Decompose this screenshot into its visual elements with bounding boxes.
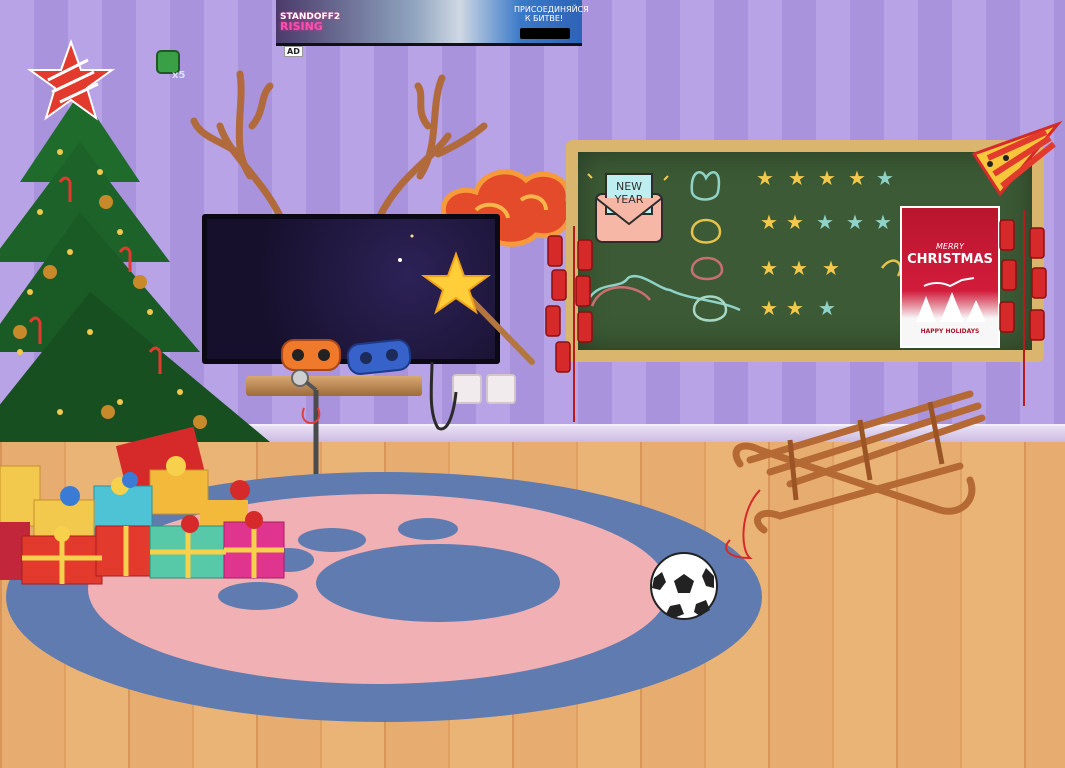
ad-cta-text: ПРИСОЕДИНЯЙСЯ К БИТВЕ! bbox=[514, 5, 589, 23]
firecracker-icon[interactable] bbox=[538, 226, 608, 422]
star-filled-icon: ★ bbox=[788, 166, 806, 190]
google-play-badge[interactable] bbox=[520, 28, 570, 39]
christmas-card-line2: CHRISTMAS bbox=[907, 252, 993, 267]
star-empty-icon: ★ bbox=[874, 210, 892, 234]
party-hat-icon[interactable] bbox=[960, 118, 1063, 198]
power-outlet-2 bbox=[486, 374, 516, 404]
soccer-ball-pattern bbox=[652, 568, 714, 618]
pine-trees-icon bbox=[916, 292, 986, 322]
new-year-line1: NEW bbox=[615, 180, 643, 193]
christmas-card-line1: MERRY bbox=[936, 242, 964, 251]
firecracker-icon[interactable] bbox=[996, 210, 1060, 406]
star-empty-icon: ★ bbox=[816, 210, 834, 234]
ad-tag: AD bbox=[284, 46, 303, 57]
star-empty-icon: ★ bbox=[818, 296, 836, 320]
ad-brand-line2: RISING bbox=[280, 19, 323, 33]
ad-brand: STANDOFF2 RISING bbox=[276, 9, 340, 35]
christmas-tree-icon[interactable] bbox=[0, 92, 270, 472]
star-filled-icon: ★ bbox=[786, 210, 804, 234]
star-empty-icon: ★ bbox=[876, 166, 894, 190]
star-empty-icon: ★ bbox=[846, 210, 864, 234]
santa-sleigh-icon bbox=[923, 277, 975, 288]
star-filled-icon: ★ bbox=[822, 256, 840, 280]
star-filled-icon: ★ bbox=[756, 166, 774, 190]
star-filled-icon: ★ bbox=[760, 296, 778, 320]
star-filled-icon: ★ bbox=[790, 256, 808, 280]
ad-banner[interactable]: STANDOFF2 RISING ПРИСОЕДИНЯЙСЯ К БИТВЕ! bbox=[276, 0, 589, 46]
star-filled-icon: ★ bbox=[786, 296, 804, 320]
soccer-ball-icon[interactable] bbox=[650, 552, 718, 620]
star-filled-icon: ★ bbox=[760, 256, 778, 280]
christmas-card[interactable]: MERRY CHRISTMAS HAPPY HOLIDAYS bbox=[900, 206, 1000, 348]
star-filled-icon: ★ bbox=[760, 210, 778, 234]
paw-toe bbox=[398, 518, 458, 540]
tv-badge-count: x5 bbox=[172, 70, 186, 81]
magic-wand-icon[interactable] bbox=[398, 234, 540, 370]
star-filled-icon: ★ bbox=[818, 166, 836, 190]
new-year-line2: YEAR bbox=[614, 193, 644, 206]
gamepad-blue-icon[interactable] bbox=[344, 336, 414, 380]
new-year-label: NEW YEAR bbox=[609, 180, 649, 206]
room-scene: STANDOFF2 RISING ПРИСОЕДИНЯЙСЯ К БИТВЕ! … bbox=[0, 0, 1065, 768]
paw-toe bbox=[298, 528, 366, 552]
star-filled-icon: ★ bbox=[848, 166, 866, 190]
sled-icon[interactable] bbox=[725, 380, 990, 560]
paw-pad-main bbox=[316, 544, 560, 622]
tree-topper-star-icon[interactable] bbox=[26, 39, 116, 121]
power-cable bbox=[429, 361, 458, 431]
christmas-card-line3: HAPPY HOLIDAYS bbox=[920, 328, 980, 335]
gift-box-icon[interactable] bbox=[0, 426, 290, 590]
